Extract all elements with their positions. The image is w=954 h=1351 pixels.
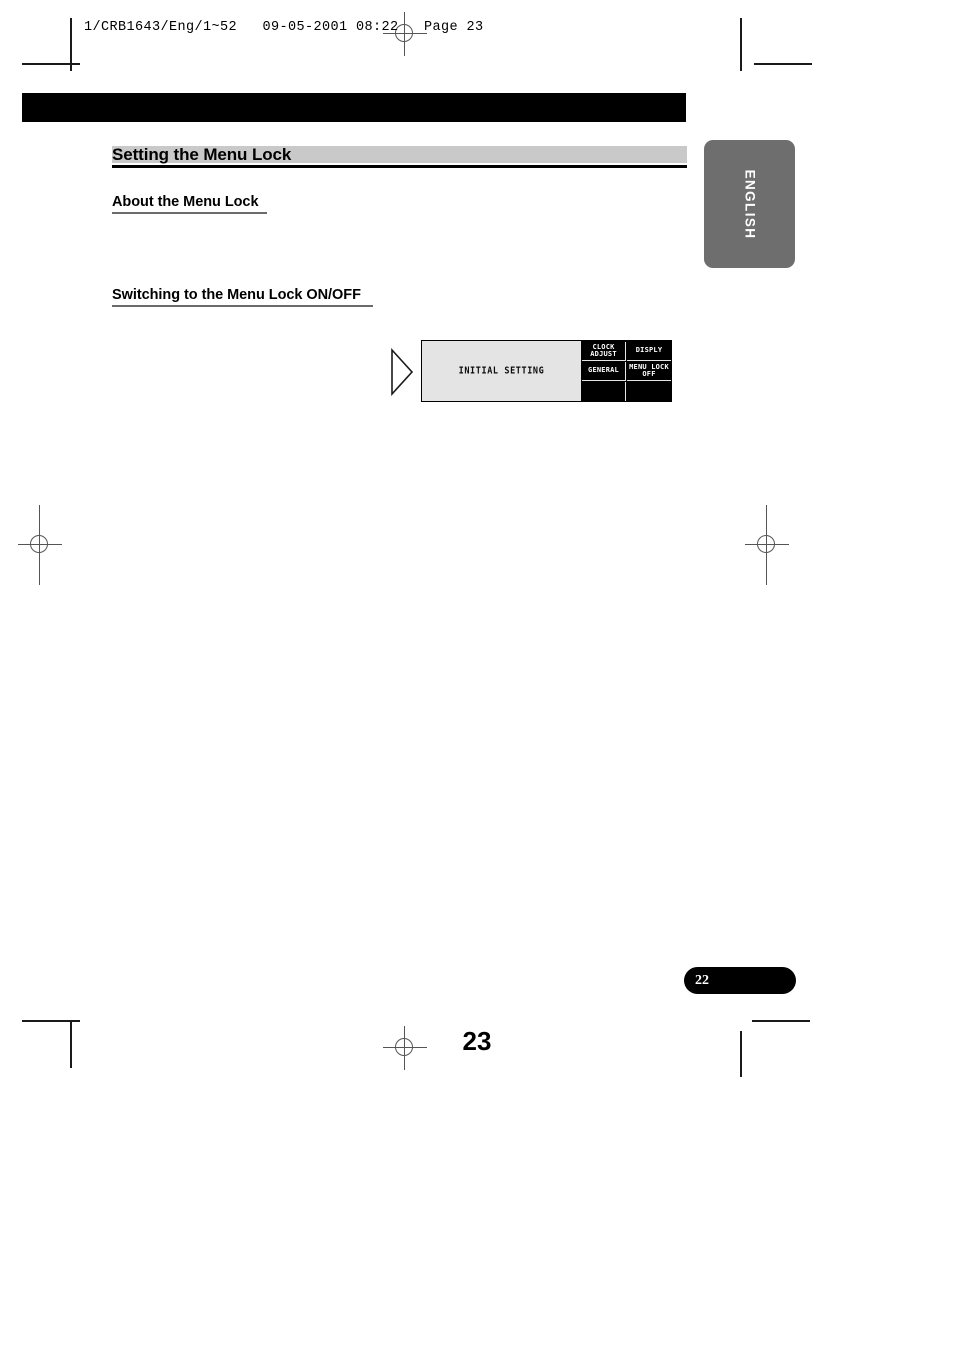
- lcd-function-grid: CLOCK ADJUST DISPLY GENERAL MENU LOCK OF…: [581, 341, 671, 401]
- subheading-text: Switching to the Menu Lock ON/OFF: [112, 287, 361, 303]
- page-reference-pill: 22: [684, 967, 796, 994]
- lcd-cell-empty-right: [627, 382, 671, 401]
- lcd-cell-empty-left: [582, 382, 626, 401]
- triangle-right-icon: [391, 348, 414, 396]
- subheading-text: About the Menu Lock: [112, 194, 259, 210]
- section-heading: Setting the Menu Lock: [112, 145, 687, 168]
- crop-mark-bottom-right-horizontal: [752, 1020, 810, 1022]
- crop-mark-top-right-vertical: [740, 18, 742, 71]
- registration-mark-circle: [30, 535, 48, 553]
- lcd-cell-clock-adjust: CLOCK ADJUST: [582, 342, 626, 361]
- subheading-rule: [112, 212, 267, 214]
- registration-mark-circle: [757, 535, 775, 553]
- lcd-main-area: INITIAL SETTING: [422, 341, 581, 401]
- print-slug-line: 1/CRB1643/Eng/1~52 09-05-2001 08:22 Page…: [84, 20, 484, 35]
- page-number: 23: [462, 1026, 492, 1056]
- lcd-main-label: INITIAL SETTING: [458, 365, 545, 377]
- subheading-switching-menu-lock: Switching to the Menu Lock ON/OFF: [112, 287, 373, 307]
- lcd-cell-menu-lock-off: MENU LOCK OFF: [627, 362, 671, 381]
- section-heading-rule: [112, 165, 687, 168]
- language-tab-label: ENGLISH: [742, 169, 757, 239]
- language-tab-english: ENGLISH: [704, 140, 795, 268]
- chapter-banner-bar: [22, 93, 686, 122]
- lcd-panel: INITIAL SETTING CLOCK ADJUST DISPLY GENE…: [421, 340, 672, 402]
- registration-mark-right: [745, 505, 789, 585]
- page-reference-number: 22: [695, 972, 709, 988]
- registration-mark-left: [18, 505, 62, 585]
- section-heading-text: Setting the Menu Lock: [112, 145, 292, 164]
- lcd-cell-general: GENERAL: [582, 362, 626, 381]
- subheading-about-the-menu-lock: About the Menu Lock: [112, 194, 267, 214]
- crop-mark-top-right-horizontal: [754, 63, 812, 65]
- lcd-cell-disply: DISPLY: [627, 342, 671, 361]
- crop-mark-top-left-vertical: [70, 18, 72, 71]
- subheading-rule: [112, 305, 373, 307]
